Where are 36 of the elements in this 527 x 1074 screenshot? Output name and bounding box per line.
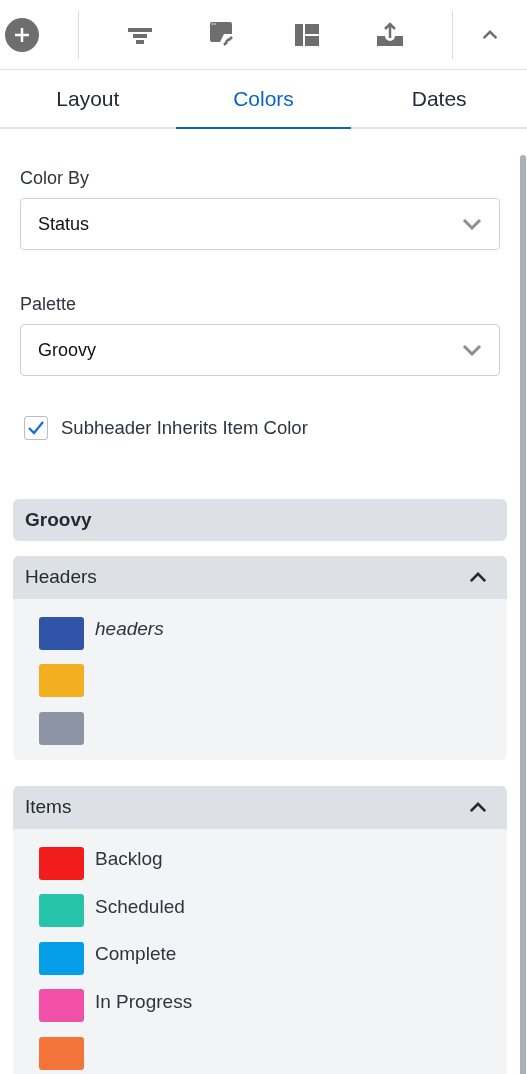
checkbox[interactable]	[24, 415, 48, 440]
chevron-up-icon	[482, 29, 498, 40]
color-swatch[interactable]	[39, 711, 84, 745]
color-swatch[interactable]	[39, 1036, 84, 1070]
chevron-down-icon	[462, 218, 482, 230]
swatch-label: In Progress	[95, 989, 193, 1014]
chevron-up-icon	[469, 801, 487, 813]
plus-icon	[14, 26, 30, 43]
swatch-label: Scheduled	[95, 894, 185, 919]
color-swatch[interactable]	[39, 664, 84, 698]
panels-icon	[294, 22, 319, 47]
chevron-down-icon	[462, 344, 482, 356]
swatch-label: Backlog	[95, 847, 163, 871]
swatch-label: headers	[95, 617, 164, 641]
color-swatch[interactable]	[39, 894, 84, 928]
upload-icon	[376, 21, 403, 48]
chevron-up-icon	[469, 571, 487, 583]
color-swatch[interactable]	[39, 989, 84, 1023]
color-swatch[interactable]	[39, 616, 84, 650]
field-label: Palette	[20, 293, 78, 316]
dropdown[interactable]: Status	[20, 198, 500, 250]
scrollbar[interactable]	[520, 155, 526, 1074]
tab[interactable]: Layout	[0, 70, 176, 129]
swatch-label: Complete	[95, 942, 177, 966]
section-header[interactable]: Headers	[13, 555, 507, 599]
check-icon	[28, 420, 44, 435]
tab[interactable]: Colors	[175, 70, 352, 129]
checkbox-label: Subheader Inherits Item Color	[61, 416, 308, 440]
add-button[interactable]	[5, 17, 39, 52]
color-swatch[interactable]	[39, 941, 84, 975]
field-label: Color By	[20, 167, 91, 190]
tab[interactable]: Dates	[351, 70, 527, 129]
color-swatch[interactable]	[39, 846, 84, 880]
section-header[interactable]: Items	[13, 785, 507, 829]
palette-name: Groovy	[25, 507, 92, 532]
dropdown[interactable]: Groovy	[20, 324, 500, 376]
